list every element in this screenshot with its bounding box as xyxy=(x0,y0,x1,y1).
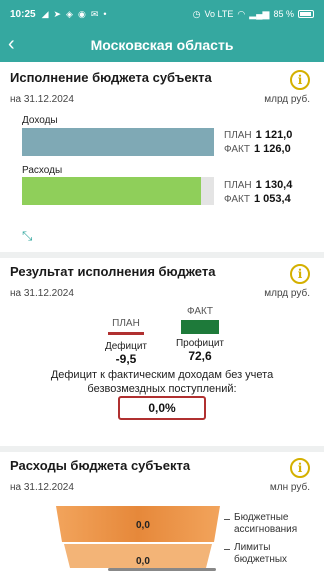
deficit-note-line1: Дефицит к фактическим доходам без учета xyxy=(50,369,274,381)
result-info-icon[interactable]: i xyxy=(290,264,310,284)
plan-column: ПЛАН Дефицит -9,5 xyxy=(100,318,152,366)
expense-plan: ПЛАН 1 130,4 xyxy=(224,179,292,191)
funnel-value-2: 0,0 xyxy=(136,556,150,567)
fact-legend-box xyxy=(181,320,219,334)
deficit-note-line2: безвозмездных поступлений: xyxy=(87,383,237,395)
back-arrow-icon[interactable]: ‹ xyxy=(8,34,15,54)
expenses-section-title: Расходы бюджета субъекта xyxy=(10,458,191,473)
deficit-value: -9,5 xyxy=(115,352,137,366)
funnel-caption-1b: ассигнования xyxy=(234,524,298,535)
income-plan: ПЛАН 1 121,0 xyxy=(224,129,292,141)
battery-percent: 85 % xyxy=(273,9,294,19)
income-fact-label: ФАКТ xyxy=(224,144,250,155)
status-bar: 10:25 ◢ ➤ ◈ ◉ ✉ • ◷ Vo LTE ◠ ▂▄▆ 85 % xyxy=(0,0,324,28)
fact-legend-label: ФАКТ xyxy=(187,306,213,317)
budget-unit: млрд руб. xyxy=(264,94,310,105)
budget-info-icon[interactable]: i xyxy=(290,70,310,90)
funnel-caption-2a: Лимиты xyxy=(234,542,271,553)
alarm-icon: ◷ xyxy=(192,8,201,19)
section-divider xyxy=(0,252,324,258)
expenses-unit: млн руб. xyxy=(269,482,310,493)
app-bar: ‹ Московская область xyxy=(0,28,324,62)
expense-label: Расходы xyxy=(22,165,63,176)
income-bar[interactable] xyxy=(22,128,214,156)
notification-icons: ◢ ➤ ◈ ◉ ✉ • xyxy=(42,9,107,20)
income-bar-fill xyxy=(22,128,214,156)
dot-icon: • xyxy=(103,8,107,19)
fact-column: ФАКТ Профицит 72,6 xyxy=(170,306,230,363)
result-unit: млрд руб. xyxy=(264,288,310,299)
expenses-info-icon[interactable]: i xyxy=(290,458,310,478)
deficit-label: Дефицит xyxy=(104,341,148,352)
deficit-percent-box: 0,0% xyxy=(118,396,206,420)
vpn-icon: ◈ xyxy=(66,8,73,19)
income-fact: ФАКТ 1 126,0 xyxy=(224,143,291,155)
home-indicator[interactable] xyxy=(108,568,216,571)
surplus-label: Профицит xyxy=(175,338,225,349)
expense-fact-value: 1 053,4 xyxy=(254,193,291,205)
funnel-caption-1a: Бюджетные xyxy=(234,512,289,523)
funnel-tick-2 xyxy=(224,549,230,550)
wifi-icon: ◠ xyxy=(237,8,246,19)
signal-icon: ▂▄▆ xyxy=(249,8,270,19)
budget-date: на 31.12.2024 xyxy=(10,94,74,105)
network-label: Vo LTE xyxy=(204,9,234,19)
expense-fact: ФАКТ 1 053,4 xyxy=(224,193,291,205)
expense-fact-label: ФАКТ xyxy=(224,194,250,205)
result-date: на 31.12.2024 xyxy=(10,288,74,299)
income-label: Доходы xyxy=(22,115,58,126)
battery-icon xyxy=(298,10,314,18)
send-icon: ➤ xyxy=(53,8,62,19)
plan-legend-label: ПЛАН xyxy=(112,318,140,329)
section-divider xyxy=(0,446,324,452)
expand-icon[interactable]: ⤡ xyxy=(22,228,32,244)
plan-legend-line xyxy=(108,332,144,335)
funnel-caption-2b: бюджетных xyxy=(234,554,288,565)
expenses-date: на 31.12.2024 xyxy=(10,482,74,493)
page-title: Московская область xyxy=(90,37,234,53)
expense-plan-value: 1 130,4 xyxy=(255,179,293,191)
income-fact-value: 1 126,0 xyxy=(254,143,291,155)
income-plan-label: ПЛАН xyxy=(224,130,252,141)
expense-bar[interactable] xyxy=(22,177,214,205)
income-plan-value: 1 121,0 xyxy=(255,129,293,141)
funnel-tick-1 xyxy=(224,519,230,520)
system-icons: ◷ Vo LTE ◠ ▂▄▆ 85 % xyxy=(193,9,314,20)
result-section-title: Результат исполнения бюджета xyxy=(10,264,216,279)
expense-bar-fill xyxy=(22,177,201,205)
budget-section-title: Исполнение бюджета субъекта xyxy=(10,70,212,85)
expense-plan-label: ПЛАН xyxy=(224,180,252,191)
surplus-value: 72,6 xyxy=(188,349,212,363)
telegram-icon: ◢ xyxy=(41,8,49,19)
funnel-value-1: 0,0 xyxy=(136,520,150,531)
mail-icon: ✉ xyxy=(90,8,99,19)
whatsapp-icon: ◉ xyxy=(77,8,86,19)
status-time: 10:25 xyxy=(10,8,36,20)
